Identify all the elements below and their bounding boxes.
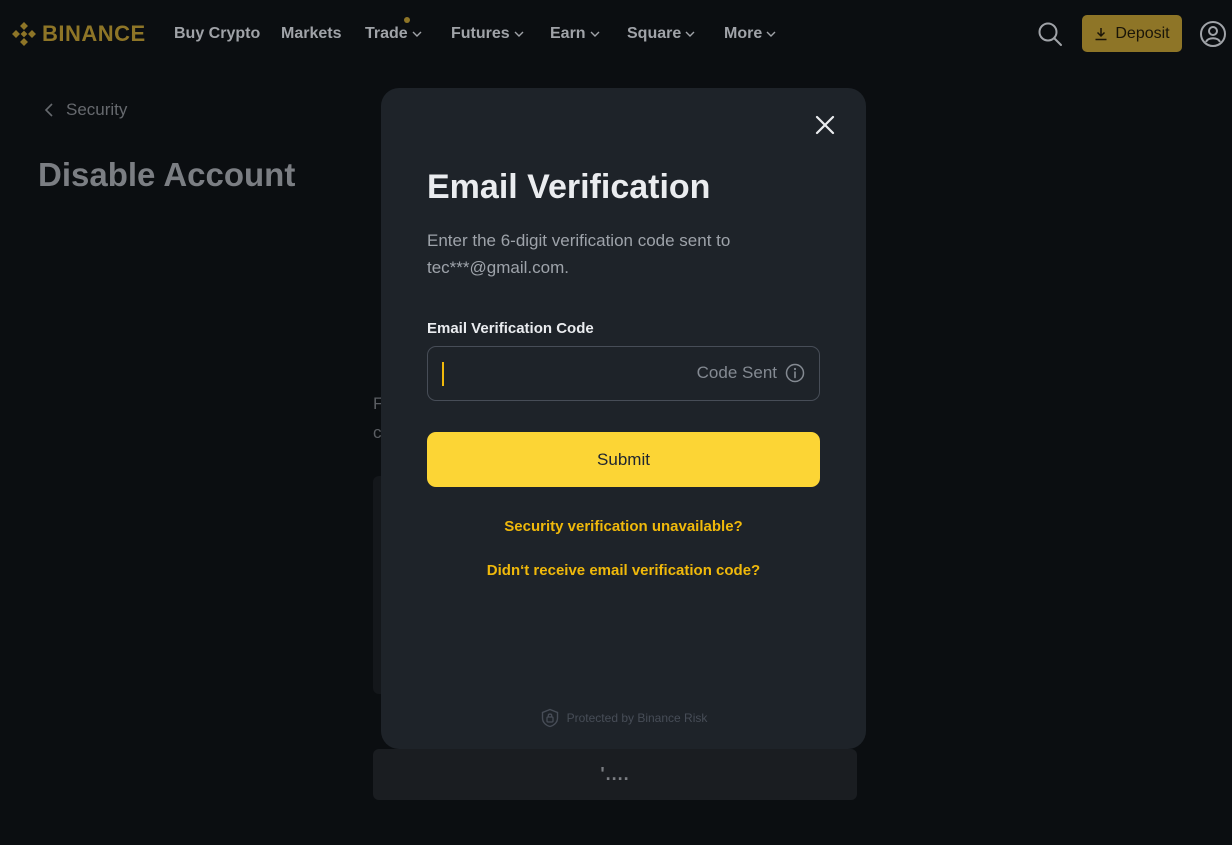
binance-logo-icon <box>12 22 36 46</box>
download-icon <box>1095 27 1107 40</box>
nav-label: Markets <box>281 25 342 42</box>
user-icon <box>1200 21 1226 47</box>
close-icon <box>815 115 835 135</box>
top-navigation: BINANCE Buy Crypto Markets Trade Futures… <box>0 0 1232 68</box>
submit-button[interactable]: Submit <box>427 432 820 487</box>
breadcrumb[interactable]: Security <box>44 100 127 120</box>
notification-dot <box>404 17 410 23</box>
logo-text: BINANCE <box>42 21 146 46</box>
security-unavailable-link[interactable]: Security verification unavailable? <box>427 518 820 535</box>
modal-title: Email Verification <box>427 168 711 206</box>
chevron-left-icon <box>44 103 53 117</box>
nav-more[interactable]: More <box>724 25 776 43</box>
background-button: '.... <box>373 749 857 800</box>
code-sent-label: Code Sent <box>696 363 777 382</box>
verification-code-field[interactable]: Code Sent <box>427 346 820 402</box>
nav-markets[interactable]: Markets <box>281 25 341 43</box>
search-icon <box>1038 22 1062 46</box>
nav-earn[interactable]: Earn <box>550 25 600 43</box>
verification-code-input[interactable] <box>442 347 676 402</box>
nav-buy-crypto[interactable]: Buy Crypto <box>174 25 260 43</box>
nav-square[interactable]: Square <box>627 25 695 43</box>
code-sent-status: Code Sent <box>697 363 805 383</box>
chevron-down-icon <box>514 31 524 37</box>
nav-label: Trade <box>365 25 408 42</box>
modal-description: Enter the 6-digit verification code sent… <box>427 227 827 281</box>
email-verification-modal: Email Verification Enter the 6-digit ver… <box>381 88 866 749</box>
nav-trade[interactable]: Trade <box>365 25 422 43</box>
nav-label: Futures <box>451 25 510 42</box>
deposit-label: Deposit <box>1115 24 1170 42</box>
nav-label: More <box>724 25 763 42</box>
protected-badge: Protected by Binance Risk <box>381 708 866 728</box>
profile-button[interactable] <box>1199 20 1227 48</box>
info-icon[interactable] <box>785 363 805 383</box>
shield-lock-icon <box>541 708 558 728</box>
email-address: tec***@gmail.com. <box>427 258 569 277</box>
nav-label: Square <box>627 25 682 42</box>
protected-text: Protected by Binance Risk <box>566 711 708 725</box>
nav-label: Buy Crypto <box>174 25 261 42</box>
background-button-label: '.... <box>600 764 630 784</box>
chevron-down-icon <box>590 31 600 37</box>
binance-logo[interactable]: BINANCE <box>10 20 146 48</box>
search-button[interactable] <box>1037 21 1063 47</box>
chevron-down-icon <box>685 31 695 37</box>
page-title: Disable Account <box>38 156 296 193</box>
chevron-down-icon <box>766 31 776 37</box>
binance-page: BINANCE Buy Crypto Markets Trade Futures… <box>0 0 1232 845</box>
nav-label: Earn <box>550 25 586 42</box>
close-button[interactable] <box>814 114 836 136</box>
chevron-down-icon <box>412 31 422 37</box>
deposit-button[interactable]: Deposit <box>1082 15 1182 52</box>
code-field-label: Email Verification Code <box>427 320 594 337</box>
nav-futures[interactable]: Futures <box>451 25 524 43</box>
description-line: Enter the 6-digit verification code sent… <box>427 231 731 250</box>
no-code-link[interactable]: Didn‘t receive email verification code? <box>427 562 820 579</box>
breadcrumb-label: Security <box>66 100 128 119</box>
